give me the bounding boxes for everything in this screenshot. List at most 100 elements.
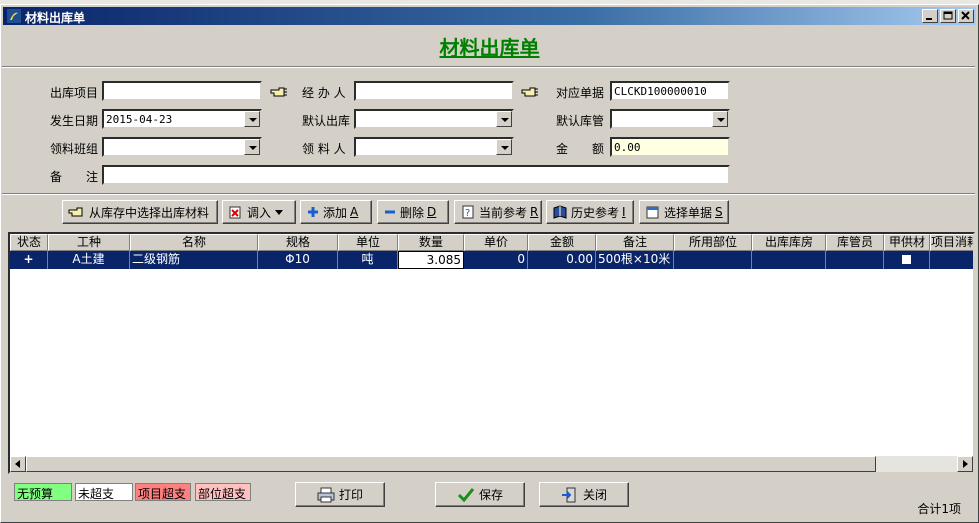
window-title: 材料出库单 xyxy=(25,11,86,25)
column-header[interactable]: 单位 xyxy=(338,234,398,251)
handler-label: 经 办 人 xyxy=(302,86,346,100)
chevron-down-icon xyxy=(275,210,284,215)
svg-text:?: ? xyxy=(465,208,470,219)
add-button[interactable]: 添加 A xyxy=(300,200,372,224)
import-dropdown-button[interactable]: 调入 xyxy=(222,200,296,224)
select-document-button[interactable]: 选择单据 S xyxy=(639,200,729,224)
form-divider xyxy=(2,193,975,195)
column-header[interactable]: 单价 xyxy=(464,234,528,251)
remark-cell[interactable]: 500根×10米 xyxy=(596,251,674,269)
page-title: 材料出库单 xyxy=(439,36,540,60)
close-icon xyxy=(961,11,970,20)
total-count: 合计1项 xyxy=(917,502,961,516)
remark-label: 备 注 xyxy=(50,170,99,184)
plus-icon xyxy=(308,207,318,217)
title-bar[interactable]: 材料出库单 xyxy=(3,7,976,25)
date-label: 发生日期 xyxy=(50,114,99,128)
import-icon xyxy=(229,206,241,219)
scroll-right-button[interactable] xyxy=(957,456,973,472)
amount-label: 金 额 xyxy=(556,142,605,156)
arrow-right-icon xyxy=(963,460,968,468)
column-header[interactable]: 数量 xyxy=(398,234,464,251)
remark-input[interactable] xyxy=(102,165,730,185)
table-row[interactable]: + A土建 二级钢筋 Φ10 吨 3.085 0 0.00 500根×10米 xyxy=(10,251,973,269)
part-cell[interactable] xyxy=(674,251,752,269)
legend-not-over: 未超支 xyxy=(75,483,133,501)
default-keeper-select[interactable] xyxy=(610,109,730,129)
column-header[interactable]: 项目消耗 xyxy=(930,234,973,251)
maximize-button[interactable] xyxy=(940,9,956,23)
delete-button[interactable]: 删除 D xyxy=(377,200,449,224)
receiver-label: 领 料 人 xyxy=(302,142,346,156)
ref-doc-label: 对应单据 xyxy=(556,86,605,100)
minimize-icon xyxy=(926,18,932,20)
owner-supplied-checkbox[interactable] xyxy=(902,255,911,264)
maximize-icon xyxy=(943,11,953,20)
receiver-select[interactable] xyxy=(354,137,514,157)
keeper-cell[interactable] xyxy=(826,251,884,269)
dropdown-arrow-icon[interactable] xyxy=(496,111,512,127)
project-input[interactable] xyxy=(102,81,262,101)
save-button[interactable]: 保存 xyxy=(435,482,525,507)
print-button[interactable]: 打印 xyxy=(295,482,385,507)
legend-project-over: 项目超支 xyxy=(135,483,191,501)
warehouse-cell[interactable] xyxy=(752,251,826,269)
close-window-button[interactable] xyxy=(958,9,974,23)
column-header[interactable]: 备注 xyxy=(596,234,674,251)
column-header[interactable]: 金额 xyxy=(528,234,596,251)
dropdown-arrow-icon[interactable] xyxy=(496,139,512,155)
scroll-left-button[interactable] xyxy=(10,456,26,472)
pick-hand-icon xyxy=(68,207,83,217)
printer-icon xyxy=(317,487,335,502)
date-value: 2015-04-23 xyxy=(106,113,173,126)
dropdown-arrow-icon[interactable] xyxy=(712,111,728,127)
table-header: 状态 工种 名称 规格 单位 数量 单价 金额 备注 所用部位 出库库房 库管员… xyxy=(10,234,973,251)
dropdown-arrow-icon[interactable] xyxy=(244,111,260,127)
exit-door-icon xyxy=(561,487,576,502)
horizontal-scrollbar[interactable] xyxy=(10,456,973,472)
handler-input[interactable] xyxy=(354,81,514,101)
amount-cell[interactable]: 0.00 xyxy=(528,251,596,269)
select-from-stock-button[interactable]: 从库存中选择出库材料 xyxy=(62,200,218,224)
team-label: 领料班组 xyxy=(50,142,99,156)
legend-no-budget: 无预算 xyxy=(14,483,72,501)
trade-cell[interactable]: A土建 xyxy=(48,251,130,269)
date-picker[interactable]: 2015-04-23 xyxy=(102,109,262,129)
column-header[interactable]: 所用部位 xyxy=(674,234,752,251)
legend-part-over: 部位超支 xyxy=(195,483,251,501)
scroll-thumb[interactable] xyxy=(26,456,876,472)
default-warehouse-select[interactable] xyxy=(354,109,514,129)
column-header[interactable]: 规格 xyxy=(258,234,338,251)
project-label: 出库项目 xyxy=(50,86,99,100)
column-header[interactable]: 甲供材 xyxy=(884,234,930,251)
amount-field: 0.00 xyxy=(610,137,730,157)
dropdown-arrow-icon[interactable] xyxy=(244,139,260,155)
ref-doc-input[interactable]: CLCKD100000010 xyxy=(610,81,730,101)
column-header[interactable]: 状态 xyxy=(10,234,48,251)
pick-hand-icon[interactable] xyxy=(521,86,539,98)
column-header[interactable]: 名称 xyxy=(130,234,258,251)
book-icon xyxy=(553,205,567,219)
owner-supplied-cell[interactable] xyxy=(884,251,930,269)
row-status-cell[interactable]: + xyxy=(10,251,48,269)
pick-hand-icon[interactable] xyxy=(270,86,288,98)
checkmark-icon xyxy=(457,487,475,502)
column-header[interactable]: 库管员 xyxy=(826,234,884,251)
arrow-left-icon xyxy=(15,460,20,468)
close-button[interactable]: 关闭 xyxy=(539,482,629,507)
materials-table[interactable]: 状态 工种 名称 规格 单位 数量 单价 金额 备注 所用部位 出库库房 库管员… xyxy=(8,232,975,474)
current-reference-button[interactable]: ? 当前参考 R xyxy=(454,200,542,224)
price-cell[interactable]: 0 xyxy=(464,251,528,269)
column-header[interactable]: 出库库房 xyxy=(752,234,826,251)
minus-icon xyxy=(385,210,395,214)
consume-cell[interactable] xyxy=(930,251,973,269)
minimize-button[interactable] xyxy=(922,9,938,23)
spec-cell[interactable]: Φ10 xyxy=(258,251,338,269)
name-cell[interactable]: 二级钢筋 xyxy=(130,251,258,269)
history-reference-button[interactable]: 历史参考 I xyxy=(546,200,634,224)
default-keeper-label: 默认库管 xyxy=(556,114,605,128)
column-header[interactable]: 工种 xyxy=(48,234,130,251)
quantity-cell-editor[interactable]: 3.085 xyxy=(398,251,464,269)
team-select[interactable] xyxy=(102,137,262,157)
unit-cell[interactable]: 吨 xyxy=(338,251,398,269)
